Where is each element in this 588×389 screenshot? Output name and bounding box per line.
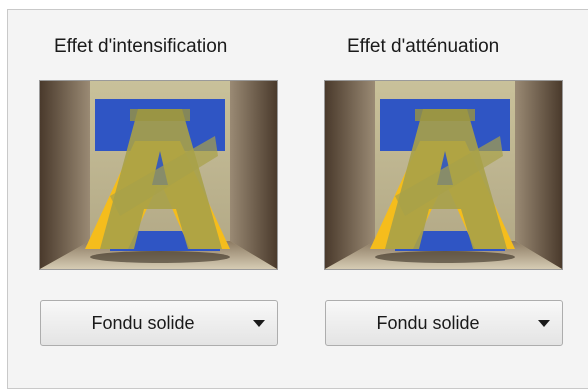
fade-in-effect-title: Effet d'intensification — [54, 36, 228, 57]
chevron-down-icon — [538, 320, 550, 327]
fade-out-effect-title: Effet d'atténuation — [347, 36, 500, 57]
chevron-down-icon — [253, 320, 265, 327]
fade-out-preview — [324, 80, 563, 270]
letter-a-preview-icon — [40, 81, 277, 269]
letter-a-preview-icon — [325, 81, 562, 269]
fade-in-preview — [39, 80, 278, 270]
fade-in-effect-selected-value: Fondu solide — [91, 313, 195, 333]
fade-out-effect-dropdown[interactable]: Fondu solide — [325, 300, 563, 346]
fade-out-effect-selected-value: Fondu solide — [376, 313, 480, 333]
fade-in-effect-dropdown[interactable]: Fondu solide — [40, 300, 278, 346]
